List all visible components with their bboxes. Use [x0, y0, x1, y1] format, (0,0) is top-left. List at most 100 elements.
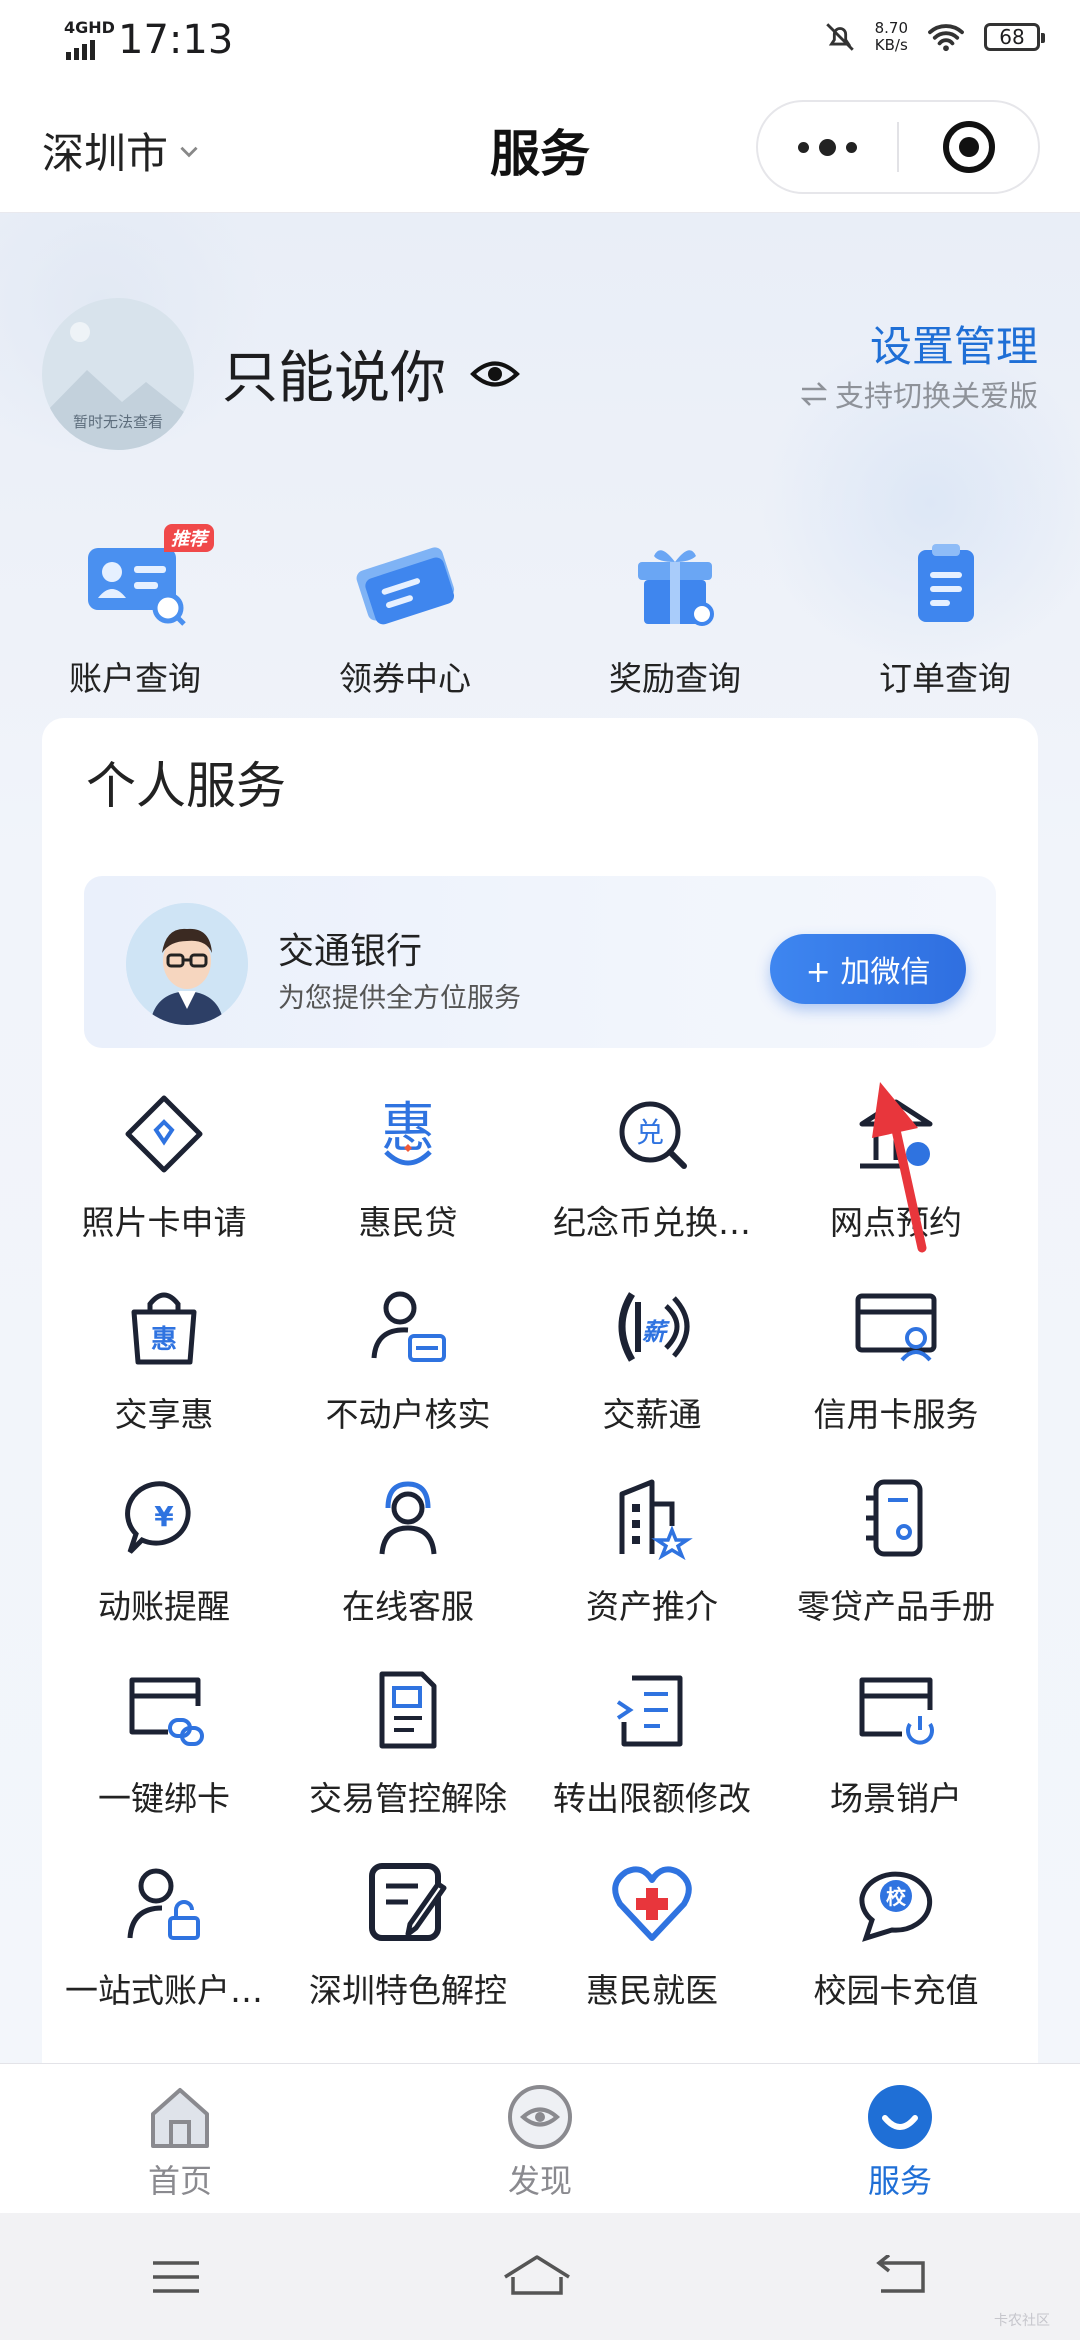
user-card-icon — [371, 1291, 446, 1362]
notebook-icon — [866, 1479, 923, 1557]
service-label: 资产推介 — [586, 1587, 718, 1626]
back-icon[interactable] — [871, 2254, 931, 2299]
home-outline-icon[interactable] — [501, 2253, 573, 2301]
service-label: 一站式账户… — [65, 1971, 263, 2010]
service-label: 交享惠 — [114, 1395, 214, 1434]
clock: 17:13 — [118, 17, 234, 63]
service-item-dormant-account[interactable]: 不动户核实 — [286, 1270, 530, 1462]
service-item-transfer-limit[interactable]: 转出限额修改 — [530, 1654, 774, 1846]
quick-action-label: 订单查询 — [879, 659, 1011, 698]
network-speed: 8.70 KB/s — [875, 20, 908, 54]
speed-value: 8.70 — [874, 19, 908, 37]
service-label: 照片卡申请 — [81, 1203, 247, 1242]
service-label: 惠民贷 — [358, 1203, 458, 1242]
medical-heart-icon — [612, 1866, 692, 1941]
service-item-account-close[interactable]: 场景销户 — [774, 1654, 1018, 1846]
service-item-online-support[interactable]: 在线客服 — [286, 1462, 530, 1654]
avatar[interactable]: 暂时无法查看 — [42, 298, 194, 450]
service-item-transaction-unlock[interactable]: 交易管控解除 — [286, 1654, 530, 1846]
battery-icon: 68 — [984, 23, 1045, 51]
service-item-jiaoxianghui[interactable]: 惠 交享惠 — [42, 1270, 286, 1462]
swap-icon — [800, 382, 828, 406]
service-item-hui-loan[interactable]: 惠 惠民贷 — [286, 1078, 530, 1270]
status-bar: 4GHD 17:13 8.70 KB/s 68 — [0, 0, 1080, 82]
tab-home[interactable]: 首页 — [0, 2064, 360, 2214]
service-item-balance-alert[interactable]: ¥ 动账提醒 — [42, 1462, 286, 1654]
home-icon — [151, 2088, 209, 2148]
bank-subtitle: 为您提供全方位服务 — [278, 983, 521, 1014]
system-nav-bar — [0, 2213, 1080, 2340]
speed-unit: KB/s — [874, 36, 908, 54]
watermark: 卡农社区 — [994, 2313, 1050, 2329]
care-mode-switch[interactable]: 支持切换关爱版 — [799, 373, 1038, 415]
quick-action-label: 领券中心 — [339, 659, 471, 698]
tab-label: 服务 — [867, 2162, 932, 2200]
service-item-asset-promo[interactable]: 资产推介 — [530, 1462, 774, 1654]
credit-card-icon — [855, 1293, 937, 1362]
service-item-campus-card[interactable]: 校 校园卡充值 — [774, 1846, 1018, 2038]
tab-bar: 首页 发现 服务 — [0, 2063, 1080, 2214]
quick-action-account[interactable]: 推荐 账户查询 — [0, 524, 270, 700]
building-star-icon — [619, 1479, 693, 1561]
advisor-avatar — [126, 903, 248, 1025]
shopping-bag-icon: 惠 — [131, 1292, 197, 1365]
service-item-bind-card[interactable]: 一键绑卡 — [42, 1654, 286, 1846]
service-item-one-stop-account[interactable]: 一站式账户… — [42, 1846, 286, 2038]
care-mode-label: 支持切换关爱版 — [834, 379, 1038, 413]
service-label: 交薪通 — [602, 1395, 702, 1434]
add-wechat-button[interactable]: + 加微信 — [770, 934, 966, 1004]
battery-level: 68 — [999, 25, 1025, 49]
diamond-card-icon — [125, 1095, 203, 1173]
quick-action-orders[interactable]: 订单查询 — [810, 528, 1080, 700]
service-label: 不动户核实 — [325, 1395, 491, 1434]
quick-action-rewards[interactable]: 奖励查询 — [540, 528, 810, 700]
target-close-icon — [942, 121, 995, 173]
service-label: 在线客服 — [342, 1587, 474, 1626]
wechat-banner[interactable]: 交通银行 为您提供全方位服务 + 加微信 — [84, 876, 996, 1048]
quick-action-coupons[interactable]: 领券中心 — [270, 528, 540, 700]
edit-pen-icon — [369, 1863, 447, 1941]
content-area[interactable]: 暂时无法查看 只能说你 设置管理 支持切换关爱版 推荐 账户查询 领券中心 奖励… — [0, 213, 1080, 2063]
service-item-loan-handbook[interactable]: 零贷产品手册 — [774, 1462, 1018, 1654]
tab-discover[interactable]: 发现 — [360, 2064, 720, 2214]
menu-icon[interactable] — [149, 2257, 203, 2297]
yen-chat-icon: ¥ — [125, 1481, 191, 1554]
settings-management-link[interactable]: 设置管理 — [870, 313, 1038, 374]
bank-name: 交通银行 — [278, 931, 423, 972]
list-edit-icon — [616, 1675, 683, 1747]
service-item-shenzhen-unlock[interactable]: 深圳特色解控 — [286, 1846, 530, 2038]
service-item-photo-card[interactable]: 照片卡申请 — [42, 1078, 286, 1270]
eye-icon[interactable] — [470, 357, 520, 391]
service-label: 交易管控解除 — [309, 1779, 507, 1818]
quick-action-label: 账户查询 — [69, 659, 201, 698]
service-item-medical[interactable]: 惠民就医 — [530, 1846, 774, 2038]
service-label: 一键绑卡 — [98, 1779, 230, 1818]
service-item-credit-card[interactable]: 信用卡服务 — [774, 1270, 1018, 1462]
svg-text:薪: 薪 — [642, 1318, 670, 1346]
network-type: 4GHD — [64, 18, 115, 37]
service-label: 深圳特色解控 — [309, 1971, 507, 2010]
service-item-salary[interactable]: 薪 交薪通 — [530, 1270, 774, 1462]
service-label: 校园卡充值 — [813, 1971, 979, 2010]
document-icon — [379, 1671, 437, 1749]
campus-chat-icon: 校 — [859, 1871, 933, 1942]
service-smile-icon — [868, 2085, 932, 2149]
mute-bell-icon — [825, 23, 854, 51]
headset-icon — [379, 1481, 437, 1555]
svg-text:惠: 惠 — [151, 1325, 177, 1355]
personal-service-card: 个人服务 交通银行 为您提供全方位服务 + 加微信 照片卡申请 惠 惠民贷 兑 … — [42, 718, 1038, 2063]
clipboard-icon — [890, 528, 1000, 638]
avatar-caption: 暂时无法查看 — [72, 413, 163, 431]
tab-label: 首页 — [147, 2162, 212, 2200]
close-miniprogram-button[interactable] — [899, 102, 1038, 192]
svg-text:兑: 兑 — [636, 1116, 664, 1149]
service-item-branch-booking[interactable]: 网点预约 — [774, 1078, 1018, 1270]
quick-action-label: 奖励查询 — [609, 659, 741, 698]
more-button[interactable] — [758, 102, 897, 192]
tab-service[interactable]: 服务 — [720, 2064, 1080, 2214]
card-link-icon — [129, 1677, 204, 1746]
service-item-coin-exchange[interactable]: 兑 纪念币兑换… — [530, 1078, 774, 1270]
service-label: 惠民就医 — [586, 1971, 718, 2010]
coin-exchange-icon: 兑 — [619, 1101, 687, 1169]
service-label: 零贷产品手册 — [797, 1587, 995, 1626]
